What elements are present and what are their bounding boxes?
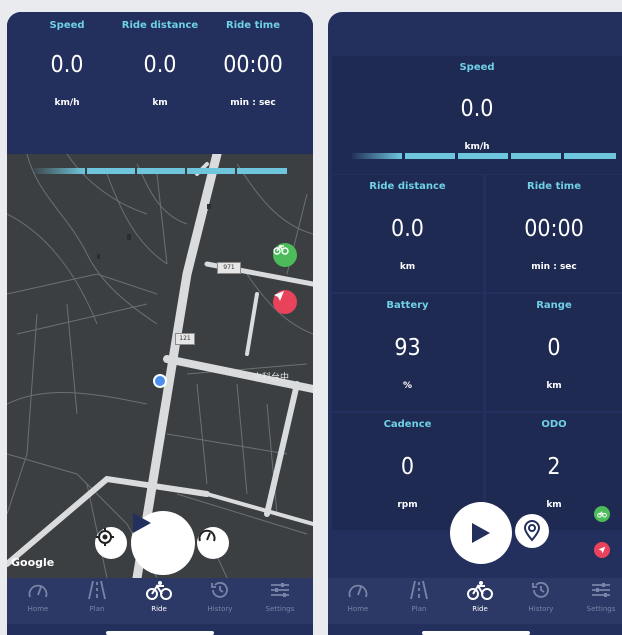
time-label: Ride time [226, 20, 280, 31]
bicycle-icon [273, 244, 289, 255]
nav-plan-label: Plan [411, 605, 427, 613]
bike-station-pin[interactable] [273, 243, 297, 267]
navigation-arrow-icon [598, 546, 606, 554]
start-ride-button[interactable] [450, 502, 512, 564]
home-indicator [422, 631, 530, 635]
distance-value: 0.0 [391, 216, 424, 242]
distance-metric: Ride distance 0.0 km [110, 12, 210, 108]
cadence-value: 0 [400, 454, 415, 480]
distance-card: Ride distance 0.0 km [332, 175, 483, 292]
battery-value: 93 [394, 335, 421, 361]
bike-status-dot[interactable] [594, 506, 610, 522]
speedometer-icon [198, 529, 216, 542]
navigation-arrow-icon [274, 291, 284, 301]
odo-label: ODO [541, 419, 567, 430]
nav-history-label: History [207, 605, 233, 613]
battery-unit: % [402, 381, 413, 391]
time-card: Ride time 00:00 min : sec [486, 175, 622, 292]
nav-home-label: Home [347, 605, 369, 613]
distance-label: Ride distance [121, 20, 199, 31]
speed-unit: km/h [464, 142, 490, 152]
navigate-pin[interactable] [273, 290, 297, 314]
current-location-dot [153, 374, 167, 388]
ride-progress-bar [33, 168, 287, 174]
nav-settings-label: Settings [265, 605, 295, 613]
time-unit: min : sec [531, 262, 577, 272]
google-attribution: Google [11, 556, 55, 569]
route-shield-971: 971 [217, 262, 241, 274]
speed-unit: km/h [54, 98, 80, 108]
dashboard-button[interactable] [197, 527, 229, 559]
history-icon [532, 582, 549, 598]
bicycle-icon [597, 511, 607, 518]
distance-value: 0.0 [143, 52, 177, 78]
speed-value: 0.0 [460, 96, 494, 122]
nav-history[interactable]: History [512, 580, 570, 613]
speed-label: Speed [49, 20, 85, 31]
nav-ride-label: Ride [151, 605, 167, 613]
odo-value: 2 [547, 454, 561, 480]
phone-map-view: Speed 0.0 km/h Ride distance 0.0 km Ride… [7, 12, 313, 635]
map-view[interactable]: 971 121 中科台中 Google [7, 154, 313, 578]
time-value: 00:00 [223, 52, 283, 78]
nav-settings[interactable]: Settings [251, 580, 309, 613]
speed-progress-bar [352, 153, 616, 159]
battery-label: Battery [386, 300, 429, 311]
range-label: Range [536, 300, 572, 311]
recenter-button[interactable] [95, 527, 127, 559]
nav-home-label: Home [27, 605, 49, 613]
nav-ride[interactable]: Ride [451, 580, 509, 613]
nav-plan-label: Plan [89, 605, 105, 613]
time-unit: min : sec [230, 98, 276, 108]
distance-label: Ride distance [369, 181, 446, 192]
bottom-nav: Home Plan Ride History Settings [328, 578, 622, 624]
nav-settings-label: Settings [586, 605, 616, 613]
route-shield-121: 121 [175, 333, 195, 345]
nav-history[interactable]: History [191, 580, 249, 613]
distance-unit: km [399, 262, 416, 272]
nav-home[interactable]: Home [9, 580, 67, 613]
play-icon [472, 523, 490, 543]
nav-home[interactable]: Home [329, 580, 387, 613]
home-indicator [106, 631, 214, 635]
speed-card: Speed 0.0 km/h [332, 56, 622, 174]
nav-history-label: History [528, 605, 554, 613]
nav-ride-label: Ride [472, 605, 488, 613]
sliders-icon [592, 583, 610, 597]
nav-plan[interactable]: Plan [68, 580, 126, 613]
time-label: Ride time [527, 181, 581, 192]
road-icon [410, 580, 428, 600]
nav-plan[interactable]: Plan [390, 580, 448, 613]
phone-dashboard-view: Speed 0.0 km/h Ride distance 0.0 km Ride… [328, 12, 622, 635]
nav-settings[interactable]: Settings [572, 580, 622, 613]
speedometer-icon [348, 584, 368, 598]
start-ride-button[interactable] [131, 511, 195, 575]
range-unit: km [546, 381, 562, 391]
speed-metric: Speed 0.0 km/h [17, 12, 117, 108]
range-card: Range 0 km [486, 294, 622, 411]
bottom-nav: Home Plan Ride History Settings [7, 578, 313, 624]
road-icon [88, 580, 106, 600]
history-icon [211, 582, 228, 598]
map-view-button[interactable] [515, 514, 549, 548]
navigate-dot[interactable] [594, 542, 610, 558]
time-metric: Ride time 00:00 min : sec [203, 12, 303, 108]
speed-value: 0.0 [50, 52, 84, 78]
bicycle-icon [467, 581, 493, 600]
map-area-label: 中科台中 [253, 373, 290, 383]
cadence-label: Cadence [383, 419, 432, 430]
sliders-icon [271, 583, 289, 597]
distance-unit: km [152, 98, 168, 108]
locate-icon [96, 528, 114, 546]
speed-label: Speed [459, 62, 495, 73]
play-icon [133, 513, 151, 533]
ride-stats-header: Speed 0.0 km/h Ride distance 0.0 km Ride… [7, 12, 313, 154]
map-pin-icon [523, 520, 541, 542]
bicycle-icon [146, 581, 172, 600]
battery-card: Battery 93 % [332, 294, 483, 411]
speedometer-icon [28, 584, 48, 598]
range-value: 0 [547, 335, 561, 361]
nav-ride[interactable]: Ride [130, 580, 188, 613]
time-value: 00:00 [524, 216, 584, 242]
